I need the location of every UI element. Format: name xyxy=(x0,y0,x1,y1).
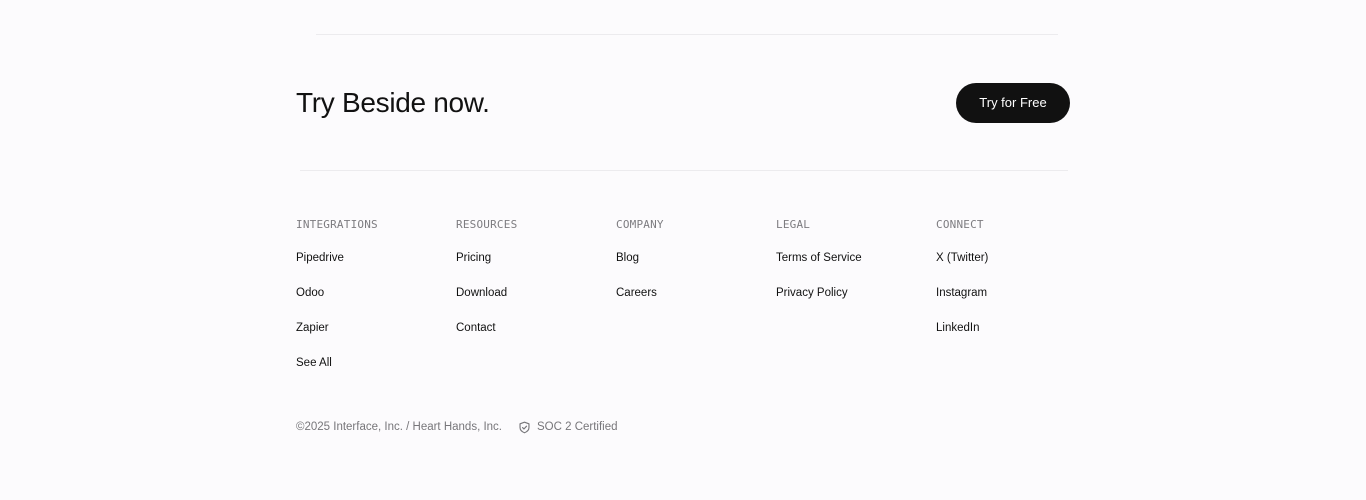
column-heading: COMPANY xyxy=(616,218,664,231)
top-divider xyxy=(316,34,1058,35)
footer-link-download[interactable]: Download xyxy=(456,287,507,299)
page: Try Beside now. Try for Free INTEGRATION… xyxy=(0,0,1366,500)
column-heading: CONNECT xyxy=(936,218,984,231)
footer-divider xyxy=(300,170,1068,171)
footer-link-privacy-policy[interactable]: Privacy Policy xyxy=(776,287,848,299)
try-for-free-button[interactable]: Try for Free xyxy=(956,83,1070,123)
link-list: Terms of Service Privacy Policy xyxy=(776,250,862,320)
footer-link-pricing[interactable]: Pricing xyxy=(456,252,491,264)
footer-link-columns: INTEGRATIONS Pipedrive Odoo Zapier See A… xyxy=(296,218,1096,378)
footer-column-connect: CONNECT X (Twitter) Instagram LinkedIn xyxy=(936,218,1096,334)
copyright-text: ©2025 Interface, Inc. / Heart Hands, Inc… xyxy=(296,421,502,433)
footer-link-x-twitter[interactable]: X (Twitter) xyxy=(936,252,988,264)
footer-link-instagram[interactable]: Instagram xyxy=(936,287,987,299)
footer-link-careers[interactable]: Careers xyxy=(616,287,657,299)
footer-link-terms-of-service[interactable]: Terms of Service xyxy=(776,252,862,264)
footer-column-company: COMPANY Blog Careers xyxy=(616,218,776,299)
link-list: Pricing Download Contact xyxy=(456,250,507,355)
footer-link-pipedrive[interactable]: Pipedrive xyxy=(296,252,344,264)
footer-legal-bar: ©2025 Interface, Inc. / Heart Hands, Inc… xyxy=(296,419,618,435)
link-list: Pipedrive Odoo Zapier See All xyxy=(296,250,344,390)
footer-link-see-all[interactable]: See All xyxy=(296,357,332,369)
column-heading: INTEGRATIONS xyxy=(296,218,378,231)
column-heading: LEGAL xyxy=(776,218,811,231)
footer-link-zapier[interactable]: Zapier xyxy=(296,322,329,334)
link-list: X (Twitter) Instagram LinkedIn xyxy=(936,250,988,355)
footer-link-linkedin[interactable]: LinkedIn xyxy=(936,322,979,334)
footer-column-integrations: INTEGRATIONS Pipedrive Odoo Zapier See A… xyxy=(296,218,456,369)
cta-heading: Try Beside now. xyxy=(296,87,490,118)
link-list: Blog Careers xyxy=(616,250,657,320)
column-heading: RESOURCES xyxy=(456,218,518,231)
footer-link-contact[interactable]: Contact xyxy=(456,322,496,334)
footer-link-blog[interactable]: Blog xyxy=(616,252,639,264)
soc2-label: SOC 2 Certified xyxy=(537,421,618,433)
shield-check-icon xyxy=(519,421,530,433)
soc2-badge: SOC 2 Certified xyxy=(518,421,618,434)
footer-column-legal: LEGAL Terms of Service Privacy Policy xyxy=(776,218,936,299)
footer-column-resources: RESOURCES Pricing Download Contact xyxy=(456,218,616,334)
footer-link-odoo[interactable]: Odoo xyxy=(296,287,324,299)
